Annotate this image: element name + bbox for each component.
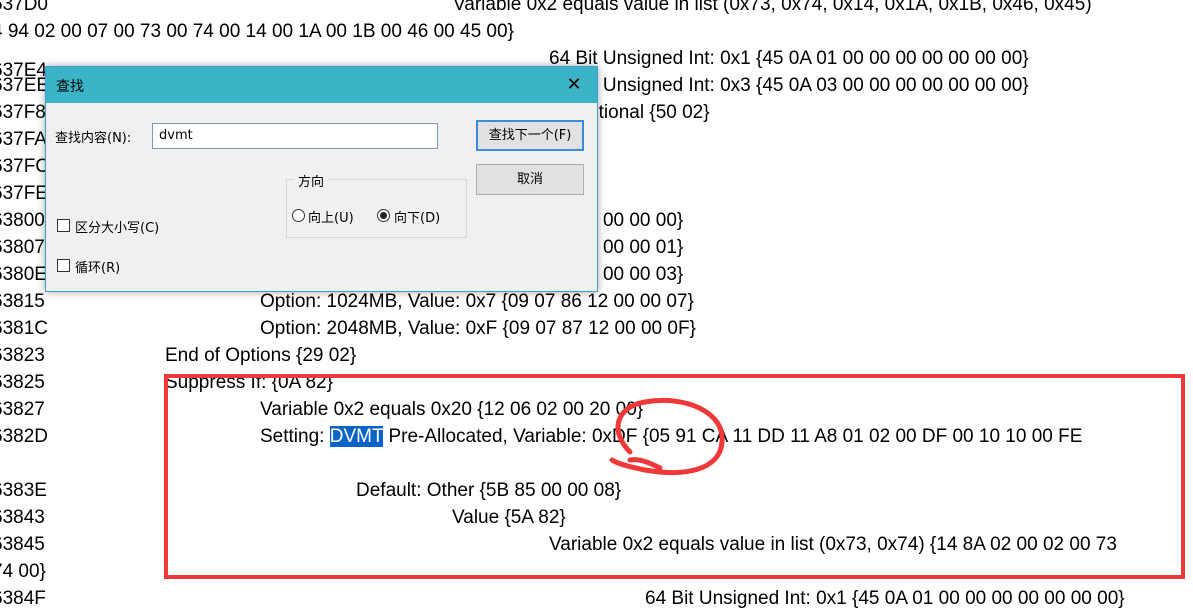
direction-up-label[interactable]: 向上(U) [308, 207, 354, 226]
close-icon[interactable]: ✕ [551, 67, 597, 103]
listing-line: 64 Bit Unsigned Int: 0x1 {45 0A 01 00 00… [549, 48, 1029, 69]
address-cell: 6381C [0, 318, 48, 339]
listing-line: Variable 0x2 equals 0x20 {12 06 02 00 20… [260, 399, 644, 420]
address-cell: 637FA [0, 129, 47, 150]
match-case-label[interactable]: 区分大小写(C) [75, 217, 159, 236]
direction-label: 方向 [294, 171, 329, 190]
listing-line: Option: 2048MB, Value: 0xF {09 07 87 12 … [260, 318, 696, 339]
listing-line: Variable 0x2 equals value in list (0x73,… [453, 0, 1092, 15]
listing-line: Default: Other {5B 85 00 00 08} [356, 480, 622, 501]
direction-down-radio[interactable] [377, 209, 390, 222]
address-cell: 6383E [0, 480, 47, 501]
setting-prefix: Setting: [260, 426, 330, 447]
address-cell: 63815 [0, 291, 45, 312]
listing-line: 64 Bit Unsigned Int: 0x1 {45 0A 01 00 00… [645, 588, 1125, 609]
find-what-label: 查找内容(N): [55, 131, 132, 146]
address-cell: 63823 [0, 345, 45, 366]
address-cell: 6384F [0, 588, 46, 609]
address-cell: 6380E [0, 264, 47, 285]
dialog-titlebar[interactable]: 查找 ✕ [46, 67, 597, 103]
match-case-checkbox[interactable] [57, 219, 70, 232]
listing-line: Value {5A 82} [452, 507, 566, 528]
address-cell: 637D0 [0, 0, 48, 15]
find-next-button[interactable]: 查找下一个(F) [476, 120, 584, 151]
wrap-checkbox[interactable] [57, 259, 70, 272]
setting-suffix: Pre-Allocated, Variable: 0xDF {05 91 CA … [383, 426, 1083, 447]
direction-down-label[interactable]: 向下(D) [394, 207, 440, 226]
listing-line: 4 94 02 00 07 00 73 00 74 00 14 00 1A 00… [0, 21, 514, 42]
dialog-title: 查找 [56, 79, 84, 95]
listing-line: 74 00} [0, 561, 46, 582]
address-cell: 637FE [0, 183, 48, 204]
address-cell: 63845 [0, 534, 45, 555]
address-cell: 63825 [0, 372, 45, 393]
address-cell: 63843 [0, 507, 45, 528]
address-cell: 63807 [0, 237, 45, 258]
listing-line: 64 Bit Unsigned Int: 0x3 {45 0A 03 00 00… [549, 75, 1029, 96]
address-cell: 6382D [0, 426, 48, 447]
listing-line: Variable 0x2 equals value in list (0x73,… [549, 534, 1117, 555]
wrap-label[interactable]: 循环(R) [75, 257, 120, 276]
address-cell: 637EE [0, 75, 50, 96]
cancel-button[interactable]: 取消 [476, 164, 584, 195]
direction-up-radio[interactable] [292, 209, 305, 222]
search-match-highlight: DVMT [329, 426, 384, 447]
address-cell: 637F8 [0, 102, 46, 123]
listing-line: End of Options {29 02} [165, 345, 357, 366]
listing-line-match: Setting: DVMT Pre-Allocated, Variable: 0… [260, 423, 1082, 450]
address-cell: 63800 [0, 210, 45, 231]
listing-line: Suppress If: {0A 82} [165, 372, 333, 393]
listing-line: Option: 1024MB, Value: 0x7 {09 07 86 12 … [260, 291, 694, 312]
search-input[interactable]: dvmt [152, 123, 438, 149]
address-cell: 637FC [0, 156, 50, 177]
find-dialog: 查找 ✕ 查找内容(N): dvmt 查找下一个(F) 取消 方向 向上(U) … [45, 66, 598, 292]
address-cell: 63827 [0, 399, 45, 420]
